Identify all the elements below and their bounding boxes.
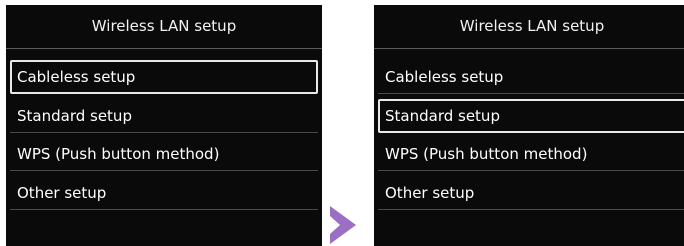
menu-item-wps-push-button[interactable]: WPS (Push button method)	[378, 137, 684, 171]
printer-screen-before: Wireless LAN setup Cableless setup Stand…	[6, 5, 322, 246]
menu-item-wps-push-button[interactable]: WPS (Push button method)	[10, 137, 318, 171]
menu-item-standard-setup[interactable]: Standard setup	[378, 99, 684, 133]
screen-title: Wireless LAN setup	[374, 5, 684, 49]
screen-title: Wireless LAN setup	[6, 5, 322, 49]
menu-item-other-setup[interactable]: Other setup	[378, 176, 684, 210]
menu-item-cableless-setup[interactable]: Cableless setup	[10, 60, 318, 94]
arrow-notch	[330, 216, 340, 234]
printer-screen-after: Wireless LAN setup Cableless setup Stand…	[374, 5, 684, 246]
menu-item-standard-setup[interactable]: Standard setup	[10, 99, 318, 133]
menu-item-cableless-setup[interactable]: Cableless setup	[378, 60, 684, 94]
menu-item-other-setup[interactable]: Other setup	[10, 176, 318, 210]
